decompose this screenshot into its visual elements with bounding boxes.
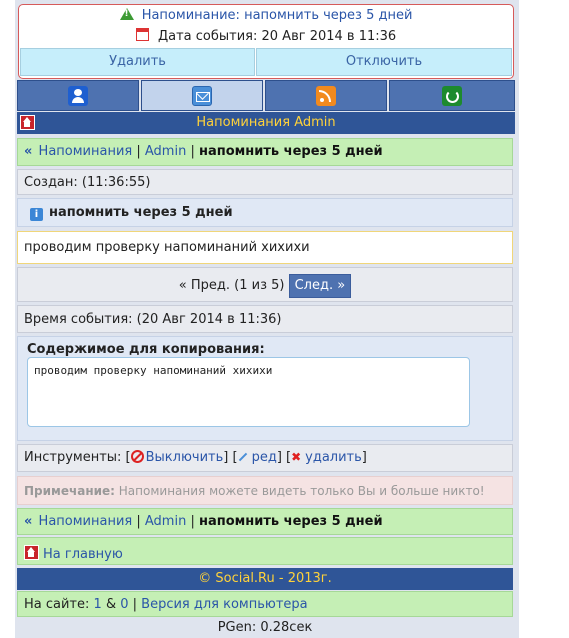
refresh-icon [442,86,462,106]
calendar-icon [135,28,149,41]
copy-label: Содержимое для копирования: [27,342,265,357]
reminder-line: ! Напоминание: напомнить через 5 дней [19,8,513,23]
disable-link[interactable]: Выключить [146,450,224,465]
event-date-label: Дата события: [157,29,258,44]
title-bar: Напоминания Admin [17,112,515,134]
tab-refresh[interactable] [389,80,515,111]
page-title: Напоминания Admin [196,115,336,130]
info-icon: i [30,208,43,221]
tools-label: Инструменты: [ [24,450,131,465]
reminder-label: Напоминание: [141,8,240,23]
pager: « Пред. (1 из 5) След. » [17,267,513,302]
reminder-message: проводим проверку напоминаний хихихи [17,231,513,264]
breadcrumb-current: напомнить через 5 дней [198,144,383,159]
online-amp: & [101,597,121,612]
created-time: Создан: (11:36:55) [17,169,513,195]
back-arrow-icon[interactable]: « [24,514,32,529]
footer-copyright: © Social.Ru - 2013г. [17,568,513,590]
breadcrumb-separator: | [186,144,199,159]
disable-icon [130,450,144,463]
breadcrumb-separator: | [186,514,199,529]
delete-reminder-button[interactable]: Удалить [20,48,255,76]
breadcrumb-separator: | [132,144,145,159]
breadcrumb-reminders-link[interactable]: Напоминания [39,144,133,159]
home-icon [24,545,39,560]
tab-rss[interactable] [265,80,387,111]
disable-reminder-button[interactable]: Отключить [256,48,512,76]
note-text: Напоминания можете видеть только Вы и бо… [114,484,485,498]
edit-link[interactable]: ред [252,450,277,465]
reminder-subject-row: i напомнить через 5 дней [17,198,513,227]
reminder-panel: ! Напоминание: напомнить через 5 дней Да… [18,4,514,79]
tab-profile[interactable] [17,80,139,111]
copy-textarea[interactable]: проводим проверку напоминаний хихихи [27,357,470,427]
event-date-line: Дата события: 20 Авг 2014 в 11:36 [19,28,513,44]
copy-section: Содержимое для копирования: проводим про… [17,336,513,441]
tab-mail[interactable] [141,80,263,111]
tools-bracket: ] [ [276,450,292,465]
breadcrumb-user-link[interactable]: Admin [145,514,186,529]
rss-icon [316,86,336,106]
page-gen-time: PGen: 0.28сек [217,620,313,635]
breadcrumb-current: напомнить через 5 дней [198,514,383,529]
breadcrumb-bottom: « Напоминания | Admin | напомнить через … [17,508,513,535]
pencil-icon [238,452,247,462]
delete-link[interactable]: удалить [305,450,362,465]
event-time: Время события: (20 Авг 2014 в 11:36) [17,305,513,333]
pager-status: (1 из 5) [234,278,285,293]
pager-prev[interactable]: « Пред. [179,278,230,293]
breadcrumb-separator: | [132,514,145,529]
back-arrow-icon[interactable]: « [24,144,32,159]
home-link[interactable]: На главную [43,547,123,562]
home-link-row: На главную [17,537,513,565]
breadcrumb-user-link[interactable]: Admin [145,144,186,159]
event-date-value: 20 Авг 2014 в 11:36 [261,29,397,44]
desktop-version-link[interactable]: Версия для компьютера [141,597,307,612]
note-label: Примечание: [24,484,115,498]
page-container: ! Напоминание: напомнить через 5 дней Да… [15,0,519,638]
reminder-text[interactable]: напомнить через 5 дней [244,8,412,23]
online-separator: | [128,597,142,612]
pager-next-button[interactable]: След. » [288,274,352,298]
online-row: На сайте: 1 & 0 | Версия для компьютера [17,591,513,617]
tools-bracket: ] [ [223,450,238,465]
warning-icon: ! [119,8,134,20]
delete-icon: ✖ [291,450,302,464]
online-label: На сайте: [24,597,90,612]
breadcrumb-reminders-link[interactable]: Напоминания [39,514,133,529]
tools-bracket: ] [361,450,367,465]
reminder-subject: напомнить через 5 дней [49,205,233,220]
tools-bar: Инструменты: [Выключить] [ред] [✖ удалить… [17,444,513,472]
privacy-note: Примечание: Напоминания можете видеть то… [17,476,513,505]
mail-icon [192,86,212,106]
online-users-link[interactable]: 1 [94,597,102,612]
user-icon [68,86,88,106]
nav-tabs [17,80,515,111]
breadcrumb: « Напоминания | Admin | напомнить через … [17,138,513,166]
online-guests-link[interactable]: 0 [120,597,128,612]
